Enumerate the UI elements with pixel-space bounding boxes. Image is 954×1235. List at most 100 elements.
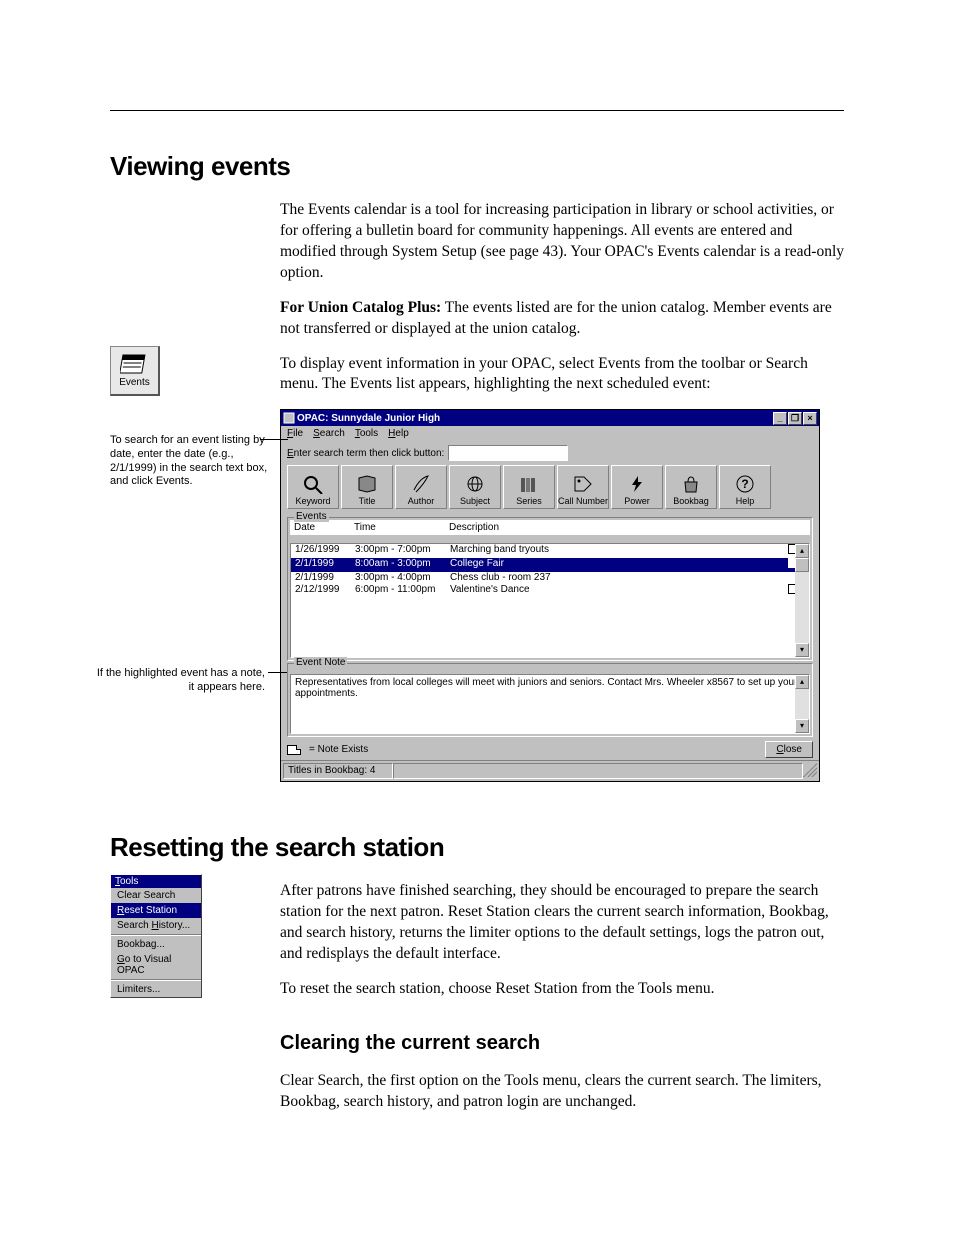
toolbar-series-label: Series [516,496,542,506]
scrollbar[interactable]: ▴ ▾ [795,544,809,657]
events-icon-label: Events [119,377,150,388]
event-date: 2/12/1999 [295,584,355,598]
events-list: 1/26/1999 3:00pm - 7:00pm Marching band … [290,543,810,658]
menu-tools[interactable]: Tools [355,428,378,439]
event-time: 6:00pm - 11:00pm [355,584,450,598]
menu-item-clear-search[interactable]: Clear Search [111,888,201,903]
scroll-down-button[interactable]: ▾ [795,643,809,657]
event-date: 2/1/1999 [295,558,355,572]
margin-note-search-date: To search for an event listing by date, … [110,434,275,489]
para-reset-how: To reset the search station, choose Rese… [280,979,844,1000]
close-button[interactable]: Close [765,741,813,758]
tools-menu-screenshot: Tools Clear Search Reset Station Search … [110,874,202,998]
close-window-button[interactable]: × [803,412,817,425]
toolbar-subject-label: Subject [460,496,490,506]
event-time: 8:00am - 3:00pm [355,558,450,572]
margin-note-event-note: If the highlighted event has a note, it … [95,667,265,695]
toolbar-title[interactable]: Title [341,465,393,509]
event-date: 2/1/1999 [295,572,355,584]
svg-text:?: ? [741,477,748,491]
note-icon [287,745,301,755]
events-header: Date Time Description [290,520,810,535]
menu-item-visual-opac[interactable]: Go to Visual OPAC [111,952,201,978]
calendar-icon [120,349,150,377]
events-toolbar-icon: Events [110,346,160,396]
scroll-up-button[interactable]: ▴ [795,675,809,689]
para-union-catalog: For Union Catalog Plus: The events liste… [280,298,844,340]
event-desc: College Fair [450,558,785,572]
events-legend: Events [294,511,329,522]
event-note-text: Representatives from local colleges will… [295,677,797,699]
heading-clearing: Clearing the current search [280,1030,844,1057]
minimize-button[interactable]: _ [773,412,787,425]
menu-separator [111,979,201,981]
note-exists-label: = Note Exists [309,744,368,755]
toolbar-callnumber-label: Call Number [558,496,608,506]
event-row[interactable]: 2/12/1999 6:00pm - 11:00pm Valentine's D… [291,584,809,598]
toolbar-keyword-label: Keyword [295,496,330,506]
toolbar-author[interactable]: Author [395,465,447,509]
magnifier-icon [302,474,324,494]
toolbar-subject[interactable]: Subject [449,465,501,509]
scroll-up-button[interactable]: ▴ [795,544,809,558]
event-note-textarea: Representatives from local colleges will… [290,674,810,734]
menu-item-reset-station[interactable]: Reset Station [111,903,201,918]
window-title: OPAC: Sunnydale Junior High [295,413,773,424]
statusbar: Titles in Bookbag: 4 [281,760,819,781]
menu-item-limiters[interactable]: Limiters... [111,982,201,997]
toolbar-keyword[interactable]: Keyword [287,465,339,509]
help-icon: ? [734,474,756,494]
toolbar-bookbag[interactable]: Bookbag [665,465,717,509]
event-row[interactable]: 1/26/1999 3:00pm - 7:00pm Marching band … [291,544,809,558]
book-icon [356,474,378,494]
event-row[interactable]: 2/1/1999 3:00pm - 4:00pm Chess club - ro… [291,572,809,584]
event-row-selected[interactable]: 2/1/1999 8:00am - 3:00pm College Fair [291,558,809,572]
toolbar-power[interactable]: Power [611,465,663,509]
menu-help[interactable]: Help [388,428,409,439]
toolbar-callnumber[interactable]: Call Number [557,465,609,509]
toolbar-help[interactable]: ?Help [719,465,771,509]
header-time: Time [354,522,449,533]
event-time: 3:00pm - 7:00pm [355,544,450,558]
event-desc: Chess club - room 237 [450,572,785,584]
para-display-event: To display event information in your OPA… [280,354,844,396]
status-empty [393,763,803,779]
resize-grip[interactable] [803,763,817,777]
menu-search[interactable]: Search [313,428,345,439]
heading-resetting: Resetting the search station [110,832,844,863]
para-clear-search: Clear Search, the first option on the To… [280,1071,844,1113]
scroll-thumb[interactable] [795,558,809,572]
menu-item-bookbag[interactable]: Bookbag... [111,937,201,952]
menu-item-search-history[interactable]: Search History... [111,918,201,933]
maximize-button[interactable]: ❐ [788,412,802,425]
toolbar-series[interactable]: Series [503,465,555,509]
toolbar-bookbag-label: Bookbag [673,496,709,506]
status-bookbag: Titles in Bookbag: 4 [283,763,393,779]
event-desc: Marching band tryouts [450,544,785,558]
search-label: Enter search term then click button: [287,448,444,459]
note-scrollbar[interactable]: ▴ ▾ [795,675,809,733]
header-desc: Description [449,522,806,533]
event-note-groupbox: Event Note Representatives from local co… [287,663,813,737]
heading-viewing-events: Viewing events [110,151,844,182]
toolbar: Keyword Title Author Subject Series Call… [287,465,813,509]
scroll-down-button[interactable]: ▾ [795,719,809,733]
toolbar-power-label: Power [624,496,650,506]
header-date: Date [294,522,354,533]
section-viewing-events: Viewing events Events The Events calenda… [110,151,844,782]
menu-separator [111,934,201,936]
union-prefix: For Union Catalog Plus: [280,299,441,316]
menu-file[interactable]: File [287,428,303,439]
toolbar-title-label: Title [359,496,376,506]
para-reset-intro: After patrons have finished searching, t… [280,881,844,965]
bag-icon [680,474,702,494]
callout-line-2 [268,672,288,673]
events-groupbox: Events Date Time Description 1/26/1999 3… [287,517,813,661]
horizontal-rule [110,110,844,111]
quill-icon [410,474,432,494]
books-icon [518,474,540,494]
tools-menu-title: Tools [111,875,201,888]
toolbar-author-label: Author [408,496,435,506]
search-input[interactable] [448,445,568,461]
globe-icon [464,474,486,494]
